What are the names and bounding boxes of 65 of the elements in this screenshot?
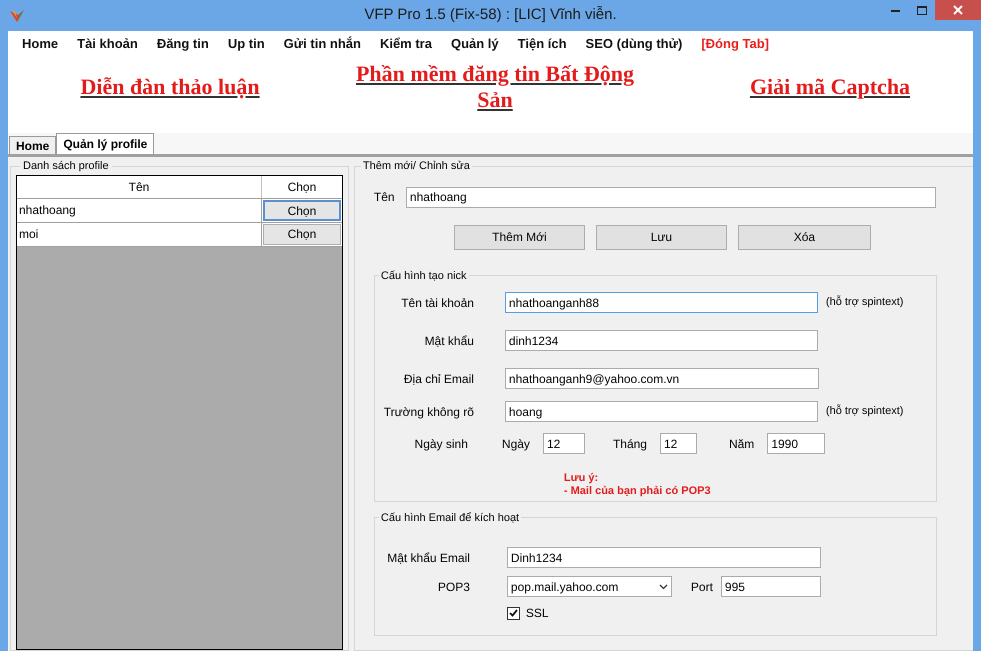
app-logo-icon bbox=[9, 8, 25, 22]
menu-item[interactable]: Tài khoản bbox=[77, 34, 138, 54]
choose-button[interactable]: Chọn bbox=[262, 200, 341, 220]
action-button[interactable]: Xóa bbox=[738, 224, 871, 250]
minimize-icon bbox=[890, 8, 900, 12]
chevron-down-icon bbox=[658, 584, 668, 590]
hint-text: (hỗ trợ spintext) bbox=[826, 294, 904, 310]
input-field[interactable]: 995 bbox=[720, 576, 821, 597]
column-header: Chọn bbox=[286, 178, 318, 196]
field-label: Địa chỉ Email bbox=[402, 370, 474, 388]
menu-item[interactable]: Up tin bbox=[228, 34, 265, 54]
group-title: Cấu hình Email để kích hoạt bbox=[380, 510, 520, 526]
field-label: Tháng bbox=[612, 436, 647, 452]
menu-item[interactable]: Đăng tin bbox=[156, 34, 209, 54]
action-button[interactable]: Lưu bbox=[596, 224, 727, 250]
menu-item[interactable]: Quản lý bbox=[450, 34, 499, 54]
table-cell: moi bbox=[17, 222, 262, 246]
input-field[interactable]: nhathoanganh88 bbox=[504, 292, 818, 313]
field-label: Port bbox=[690, 578, 714, 596]
field-label: Trường không rõ bbox=[382, 404, 474, 420]
field-label: Tên tài khoản bbox=[400, 294, 474, 312]
menu-item[interactable]: Gửi tin nhắn bbox=[284, 34, 361, 54]
input-field[interactable]: 12 bbox=[660, 433, 697, 454]
menu-item[interactable]: Home bbox=[22, 34, 58, 54]
field-label: Tên bbox=[374, 189, 396, 206]
input-field[interactable]: nhathoanganh9@yahoo.com.vn bbox=[504, 368, 819, 389]
check-icon bbox=[508, 609, 518, 617]
input-field[interactable]: 12 bbox=[542, 433, 585, 454]
menu-item[interactable]: Kiểm tra bbox=[380, 34, 432, 54]
choose-button[interactable]: Chọn bbox=[262, 224, 341, 244]
maximize-icon bbox=[916, 6, 926, 14]
input-field[interactable]: dinh1234 bbox=[504, 330, 818, 351]
pop3-dropdown[interactable]: pop.mail.yahoo.com bbox=[506, 576, 672, 597]
input-field[interactable]: 1990 bbox=[767, 433, 826, 454]
input-field[interactable]: Dinh1234 bbox=[506, 547, 821, 568]
menu-item[interactable]: Tiện ích bbox=[518, 34, 567, 54]
note-text: Lưu ý: bbox=[564, 472, 598, 485]
input-field[interactable]: hoang bbox=[504, 401, 818, 422]
tab[interactable]: Quản lý profile bbox=[56, 133, 154, 154]
group-title: Cấu hình tạo nick bbox=[380, 268, 468, 284]
ssl-checkbox[interactable] bbox=[506, 606, 520, 620]
checkbox-label: SSL bbox=[526, 605, 549, 622]
tab[interactable]: Home bbox=[9, 136, 56, 154]
column-header: Tên bbox=[17, 176, 262, 198]
banner-link[interactable]: Diễn đàn thảo luận bbox=[70, 74, 270, 100]
window-title: VFP Pro 1.5 (Fix-58) : [LIC] Vĩnh viễn. bbox=[364, 5, 617, 26]
input-field[interactable]: nhathoang bbox=[406, 186, 936, 208]
close-button[interactable] bbox=[935, 0, 981, 20]
field-label: Ngày sinh bbox=[414, 436, 468, 452]
hint-text: (hỗ trợ spintext) bbox=[826, 404, 904, 420]
group-title: Thêm mới/ Chỉnh sửa bbox=[362, 159, 471, 174]
banner-link[interactable]: Phần mềm đăng tin Bất Động Sản bbox=[340, 61, 650, 113]
field-label: POP3 bbox=[436, 578, 470, 596]
field-label: Mật khẩu bbox=[424, 332, 474, 350]
action-button[interactable]: Thêm Mới bbox=[454, 224, 585, 250]
close-icon bbox=[953, 5, 963, 15]
banner-link[interactable]: Giải mã Captcha bbox=[730, 74, 930, 100]
table-cell: nhathoang bbox=[17, 198, 262, 222]
menu-item[interactable]: [Đóng Tab] bbox=[701, 34, 769, 54]
field-label: Năm bbox=[728, 436, 754, 452]
field-label: Mật khẩu Email bbox=[386, 550, 470, 566]
field-label: Ngày bbox=[502, 436, 530, 452]
group-title: Danh sách profile bbox=[22, 159, 110, 174]
note-text: - Mail của bạn phải có POP3 bbox=[564, 485, 711, 498]
menu-item[interactable]: SEO (dùng thử) bbox=[586, 34, 682, 54]
